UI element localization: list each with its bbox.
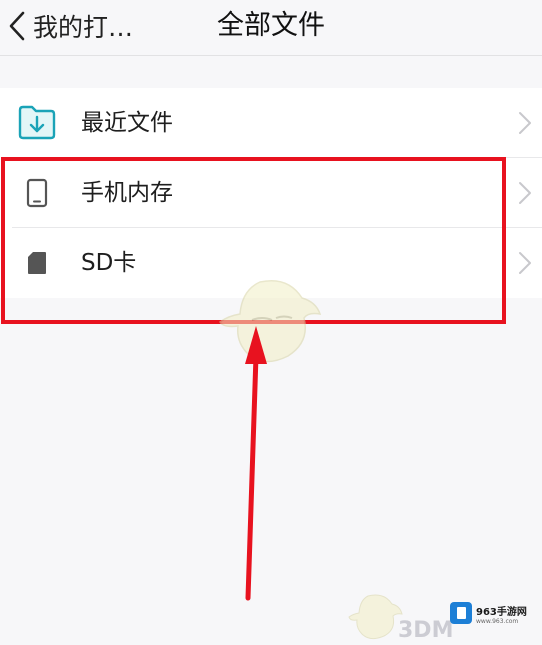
- watermark-site: www.963.com: [476, 618, 519, 625]
- watermark-brand: 963手游网: [476, 607, 527, 618]
- list-item-label: SD卡: [81, 250, 137, 276]
- watermark-mascot: [348, 594, 403, 640]
- brand-logo-icon: [450, 602, 472, 624]
- list-item-label: 手机内存: [81, 180, 173, 206]
- folder-download-icon: [16, 103, 58, 143]
- watermark-badge: 963手游网 www.963.com: [446, 596, 540, 640]
- chevron-right-icon: [519, 252, 531, 274]
- watermark-3dm: 3DM: [398, 618, 454, 643]
- list-item-label: 最近文件: [81, 110, 173, 136]
- sd-card-icon: [16, 243, 58, 283]
- list-item-recent-files[interactable]: 最近文件: [0, 88, 542, 158]
- page-title: 全部文件: [217, 10, 325, 41]
- storage-list: 最近文件 手机内存 SD卡: [0, 88, 542, 298]
- phone-icon: [16, 173, 58, 213]
- chevron-right-icon: [519, 182, 531, 204]
- chevron-right-icon: [519, 112, 531, 134]
- list-item-sd-card[interactable]: SD卡: [0, 228, 542, 298]
- app-header: 我的打… 全部文件: [0, 0, 542, 56]
- list-item-phone-storage[interactable]: 手机内存: [0, 158, 542, 228]
